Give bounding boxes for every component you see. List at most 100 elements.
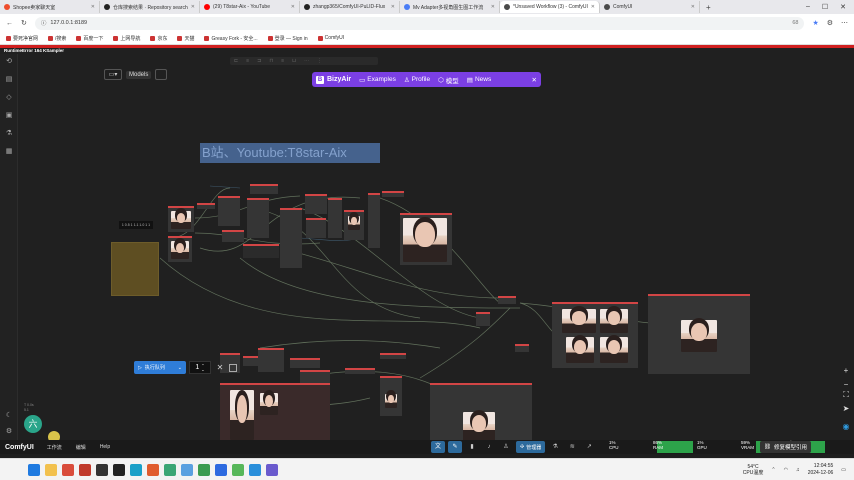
graph-node[interactable] <box>197 203 215 209</box>
comfyui-canvas[interactable]: RuntimeError 164 KSampler ⟲ ▤ ◇ ▣ ⚗ ▦ ☾ … <box>0 48 854 454</box>
browser-tab[interactable]: ComfyUI ✕ <box>600 1 700 13</box>
brush-icon[interactable]: ✎ <box>448 441 462 453</box>
graph-node[interactable] <box>290 358 320 368</box>
graph-node[interactable] <box>368 193 380 248</box>
bookmark-item[interactable]: Greasy Fork - 安全... <box>204 35 258 42</box>
fit-view-icon[interactable]: ⛶ <box>841 390 851 400</box>
graph-node[interactable] <box>515 344 529 352</box>
minimize-button[interactable]: – <box>806 3 810 11</box>
cancel-icon[interactable]: ✕ <box>214 363 226 372</box>
weather-widget[interactable]: 54°C CPU温度 <box>743 464 764 476</box>
back-icon[interactable]: ← <box>6 20 13 27</box>
translate-icon[interactable]: 文 <box>431 441 445 453</box>
url-field[interactable]: ⓘ 127.0.0.1:8189 68 <box>34 16 805 30</box>
assistant-badge[interactable]: 六 <box>24 415 42 433</box>
bookmark-item[interactable]: 上网导航 <box>113 35 140 42</box>
app-icon[interactable] <box>249 463 261 476</box>
load-image-node[interactable] <box>168 236 192 262</box>
tab-close-icon[interactable]: ✕ <box>591 4 595 10</box>
pointer-icon[interactable]: ➤ <box>841 404 851 414</box>
close-window-button[interactable]: ✕ <box>840 3 846 11</box>
notification-icon[interactable]: ▭ <box>841 467 846 473</box>
zoom-out-icon[interactable]: − <box>841 380 851 390</box>
bell-icon[interactable]: ♪ <box>482 441 496 453</box>
preview-node[interactable] <box>380 376 402 416</box>
multi-view-preview-node[interactable] <box>552 302 638 368</box>
browser-tab[interactable]: *Unsaved Workflow (3) - ComfyUI ✕ <box>500 1 600 13</box>
group-box[interactable] <box>111 242 159 296</box>
bookmark-item[interactable]: /搜索 <box>48 35 66 42</box>
group-cluster[interactable] <box>220 383 330 443</box>
queue-run-button[interactable]: ▷ 执行队列 ⌄ <box>134 361 186 374</box>
maximize-button[interactable]: ☐ <box>822 3 828 11</box>
edge-icon[interactable] <box>130 463 142 476</box>
stop-icon[interactable] <box>229 363 237 372</box>
chrome-icon[interactable] <box>164 463 176 476</box>
bookmark-item[interactable]: 登录 — Sign in <box>267 35 308 42</box>
tab-close-icon[interactable]: ✕ <box>291 4 295 10</box>
graph-node[interactable] <box>306 218 326 238</box>
app-icon[interactable] <box>198 463 210 476</box>
manager-button[interactable]: ✣ 管理器 <box>516 441 546 453</box>
graph-node[interactable] <box>345 368 375 374</box>
cloud-icon[interactable] <box>181 463 193 476</box>
bookmark-icon[interactable]: ▮ <box>465 441 479 453</box>
github-icon[interactable] <box>113 463 125 476</box>
star-icon[interactable]: ★ <box>812 19 818 27</box>
menu-edit[interactable]: 编辑 <box>69 444 93 451</box>
extension-icon[interactable]: ⚙ <box>827 19 833 27</box>
tab-close-icon[interactable]: ✕ <box>91 4 95 10</box>
explorer-icon[interactable] <box>45 463 57 476</box>
app-icon[interactable] <box>215 463 227 476</box>
volume-icon[interactable]: ♫ <box>796 467 800 473</box>
graph-node[interactable] <box>305 194 327 214</box>
graph-node[interactable] <box>382 191 404 197</box>
bookmark-item[interactable]: ComfyUI <box>317 35 344 41</box>
note-node[interactable]: 1 0.5 1 1.1 1.0 1 1 <box>119 221 153 229</box>
menu-icon[interactable]: ⋯ <box>841 19 848 27</box>
layers-icon[interactable]: ≋ <box>565 441 579 453</box>
wifi-icon[interactable]: ◠ <box>784 467 788 473</box>
menu-help[interactable]: Help <box>93 444 117 450</box>
chevron-down-icon[interactable]: ⌄ <box>178 365 182 371</box>
output-preview-node[interactable] <box>430 383 532 443</box>
clock[interactable]: 12:04:55 2024-12-06 <box>808 463 834 477</box>
save-image-node[interactable] <box>400 213 452 265</box>
browser-tab[interactable]: (29) T8star-Aix - YouTube ✕ <box>200 1 300 13</box>
stepper-arrows-icon[interactable]: ⌃ ⌄ <box>201 363 204 372</box>
browser-tab[interactable]: 仓库搜索结果 · Repository search ✕ <box>100 1 200 13</box>
graph-node[interactable] <box>380 353 406 359</box>
load-image-node[interactable] <box>168 206 194 232</box>
fix-model-references-button[interactable]: ⛓ 修复模型引用 <box>760 441 811 453</box>
tiktok-icon[interactable] <box>96 463 108 476</box>
browser-tab[interactable]: Mv Adapter多视角图生图工作流 ✕ <box>400 1 500 13</box>
bookmark-item[interactable]: 要死净官网 <box>6 35 38 42</box>
batch-count-stepper[interactable]: 1 ⌃ ⌄ <box>189 361 211 374</box>
menu-workflow[interactable]: 工作流 <box>40 444 69 451</box>
graph-node[interactable] <box>222 230 244 242</box>
graph-node[interactable] <box>498 296 516 304</box>
graph-node[interactable] <box>218 196 240 226</box>
lab-icon[interactable]: ⚗ <box>548 441 562 453</box>
graph-node[interactable] <box>476 312 490 326</box>
app-icon[interactable] <box>147 463 159 476</box>
graph-node[interactable] <box>247 198 269 238</box>
browser-tab[interactable]: zhangp365/ComfyUI-PuLID-Flux ✕ <box>300 1 400 13</box>
start-icon[interactable] <box>28 463 40 476</box>
zoom-indicator[interactable]: 68 <box>792 20 798 26</box>
tab-close-icon[interactable]: ✕ <box>491 4 495 10</box>
tab-close-icon[interactable]: ✕ <box>191 4 195 10</box>
app-icon[interactable] <box>266 463 278 476</box>
wps-icon[interactable] <box>79 463 91 476</box>
new-tab-button[interactable]: + <box>700 3 717 12</box>
zoom-in-icon[interactable]: + <box>841 366 851 376</box>
reload-icon[interactable]: ↻ <box>21 19 27 27</box>
graph-node[interactable] <box>243 244 279 258</box>
bookmark-item[interactable]: 京东 <box>150 35 167 42</box>
tab-close-icon[interactable]: ✕ <box>691 4 695 10</box>
browser-tab[interactable]: Shopee卖家聊天室 ✕ <box>0 1 100 13</box>
graph-node[interactable] <box>280 208 302 268</box>
wechat-icon[interactable] <box>232 463 244 476</box>
bookmark-item[interactable]: 百度一下 <box>76 35 103 42</box>
preview-node[interactable] <box>344 210 364 240</box>
